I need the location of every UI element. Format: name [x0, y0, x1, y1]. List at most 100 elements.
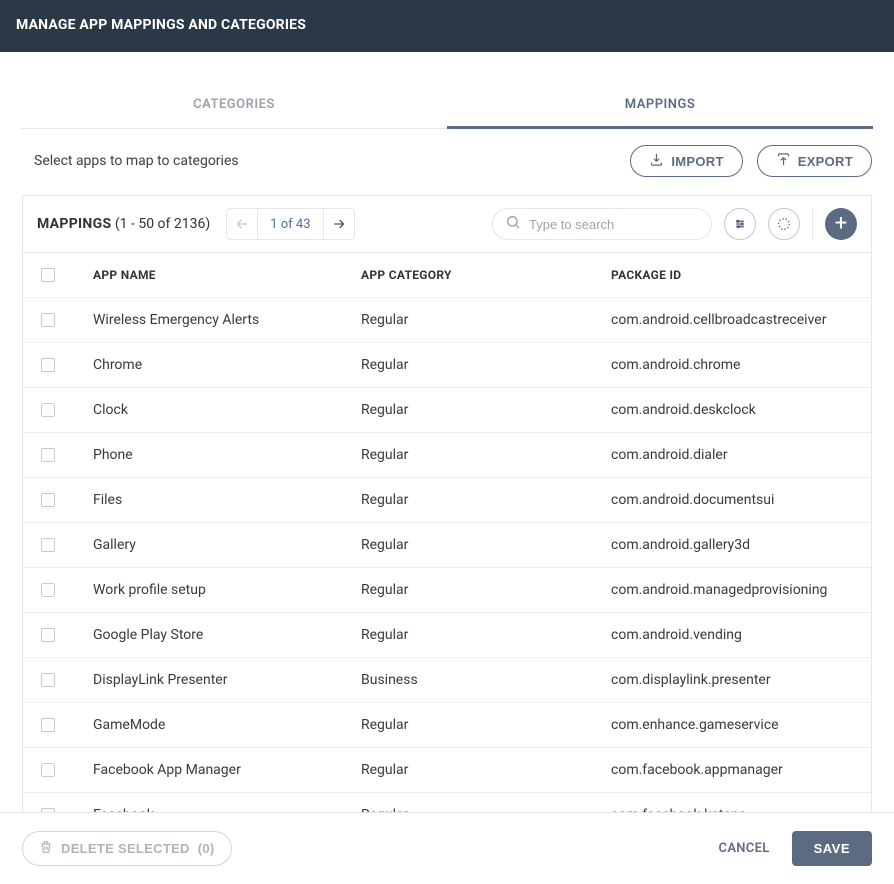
footer: DELETE SELECTED (0) CANCEL SAVE	[0, 812, 894, 884]
cell-app-category: Regular	[361, 807, 611, 812]
plus-icon: +	[835, 213, 847, 235]
row-checkbox[interactable]	[41, 628, 55, 642]
cell-package-id: com.android.vending	[611, 627, 871, 643]
cell-app-name: Facebook	[77, 807, 361, 812]
row-checkbox[interactable]	[41, 448, 55, 462]
instruction-text: Select apps to map to categories	[34, 153, 239, 169]
table-row[interactable]: Work profile setupRegularcom.android.man…	[23, 568, 871, 613]
table-row[interactable]: GameModeRegularcom.enhance.gameservice	[23, 703, 871, 748]
cell-app-category: Regular	[361, 402, 611, 418]
row-checkbox[interactable]	[41, 583, 55, 597]
row-checkbox[interactable]	[41, 808, 55, 812]
cell-package-id: com.facebook.katana	[611, 807, 871, 812]
pager-label: 1 of 43	[258, 217, 322, 232]
cell-package-id: com.android.chrome	[611, 357, 871, 373]
table-row[interactable]: ChromeRegularcom.android.chrome	[23, 343, 871, 388]
divider	[812, 209, 813, 239]
page-title-bar: MANAGE APP MAPPINGS AND CATEGORIES	[0, 0, 894, 52]
cell-app-name: Chrome	[77, 357, 361, 373]
search-icon	[505, 214, 521, 234]
tab-categories[interactable]: CATEGORIES	[21, 82, 447, 128]
upload-icon	[776, 152, 791, 170]
tabs: CATEGORIES MAPPINGS	[21, 82, 873, 129]
row-checkbox[interactable]	[41, 493, 55, 507]
row-checkbox[interactable]	[41, 538, 55, 552]
row-checkbox[interactable]	[41, 313, 55, 327]
cell-app-name: Phone	[77, 447, 361, 463]
cell-package-id: com.android.managedprovisioning	[611, 582, 871, 598]
row-checkbox[interactable]	[41, 673, 55, 687]
delete-count: (0)	[198, 841, 215, 856]
table-row[interactable]: Wireless Emergency AlertsRegularcom.andr…	[23, 298, 871, 343]
trash-icon	[39, 840, 53, 857]
sub-bar: Select apps to map to categories IMPORT …	[0, 129, 894, 195]
table-row[interactable]: FacebookRegularcom.facebook.katana	[23, 793, 871, 812]
tab-mappings[interactable]: MAPPINGS	[447, 82, 873, 129]
col-app-category: APP CATEGORY	[361, 268, 611, 282]
cell-app-category: Regular	[361, 627, 611, 643]
search-input[interactable]	[529, 217, 699, 232]
pager: 1 of 43	[226, 208, 354, 240]
row-checkbox[interactable]	[41, 763, 55, 777]
cell-app-name: Clock	[77, 402, 361, 418]
cancel-button[interactable]: CANCEL	[719, 841, 770, 856]
delete-label: DELETE SELECTED	[61, 841, 190, 856]
refresh-button[interactable]	[768, 208, 800, 240]
cell-app-name: Gallery	[77, 537, 361, 553]
cell-app-name: Google Play Store	[77, 627, 361, 643]
cell-package-id: com.android.deskclock	[611, 402, 871, 418]
row-checkbox[interactable]	[41, 718, 55, 732]
mappings-panel: MAPPINGS (1 - 50 of 2136) 1 of 43	[22, 195, 872, 812]
table-row[interactable]: DisplayLink PresenterBusinesscom.display…	[23, 658, 871, 703]
cell-app-category: Regular	[361, 582, 611, 598]
table-header: APP NAME APP CATEGORY PACKAGE ID	[23, 253, 871, 298]
table-row[interactable]: Google Play StoreRegularcom.android.vend…	[23, 613, 871, 658]
panel-title-label: MAPPINGS	[37, 216, 111, 232]
import-button[interactable]: IMPORT	[630, 145, 742, 177]
cell-package-id: com.android.cellbroadcastreceiver	[611, 312, 871, 328]
save-button[interactable]: SAVE	[792, 831, 872, 866]
page-title: MANAGE APP MAPPINGS AND CATEGORIES	[16, 17, 306, 33]
cell-app-category: Regular	[361, 312, 611, 328]
cell-app-name: GameMode	[77, 717, 361, 733]
cell-app-category: Business	[361, 672, 611, 688]
cell-package-id: com.facebook.appmanager	[611, 762, 871, 778]
cell-package-id: com.android.dialer	[611, 447, 871, 463]
cell-package-id: com.displaylink.presenter	[611, 672, 871, 688]
pager-next-button[interactable]	[324, 209, 354, 239]
download-icon	[649, 152, 664, 170]
delete-selected-button[interactable]: DELETE SELECTED (0)	[22, 831, 232, 866]
select-all-checkbox[interactable]	[41, 268, 55, 282]
export-label: EXPORT	[798, 154, 853, 169]
cell-app-category: Regular	[361, 762, 611, 778]
table-row[interactable]: GalleryRegularcom.android.gallery3d	[23, 523, 871, 568]
export-button[interactable]: EXPORT	[757, 145, 872, 177]
col-app-name: APP NAME	[77, 268, 361, 282]
cell-app-category: Regular	[361, 717, 611, 733]
table-row[interactable]: Facebook App ManagerRegularcom.facebook.…	[23, 748, 871, 793]
cell-app-category: Regular	[361, 537, 611, 553]
table-row[interactable]: ClockRegularcom.android.deskclock	[23, 388, 871, 433]
cell-app-category: Regular	[361, 447, 611, 463]
table[interactable]: APP NAME APP CATEGORY PACKAGE ID Wireles…	[23, 252, 871, 812]
cell-package-id: com.android.gallery3d	[611, 537, 871, 553]
add-button[interactable]: +	[825, 208, 857, 240]
cell-app-name: Work profile setup	[77, 582, 361, 598]
row-checkbox[interactable]	[41, 358, 55, 372]
cell-app-name: Wireless Emergency Alerts	[77, 312, 361, 328]
cell-app-name: Facebook App Manager	[77, 762, 361, 778]
col-package-id: PACKAGE ID	[611, 268, 871, 282]
cell-app-name: DisplayLink Presenter	[77, 672, 361, 688]
panel-count: (1 - 50 of 2136)	[115, 216, 210, 232]
panel-title: MAPPINGS (1 - 50 of 2136)	[37, 216, 210, 232]
cell-app-category: Regular	[361, 357, 611, 373]
search-input-wrapper[interactable]	[492, 208, 712, 240]
pager-prev-button[interactable]	[227, 209, 257, 239]
cell-package-id: com.enhance.gameservice	[611, 717, 871, 733]
row-checkbox[interactable]	[41, 403, 55, 417]
table-row[interactable]: PhoneRegularcom.android.dialer	[23, 433, 871, 478]
cell-app-category: Regular	[361, 492, 611, 508]
cell-app-name: Files	[77, 492, 361, 508]
table-row[interactable]: FilesRegularcom.android.documentsui	[23, 478, 871, 523]
filter-button[interactable]	[724, 208, 756, 240]
